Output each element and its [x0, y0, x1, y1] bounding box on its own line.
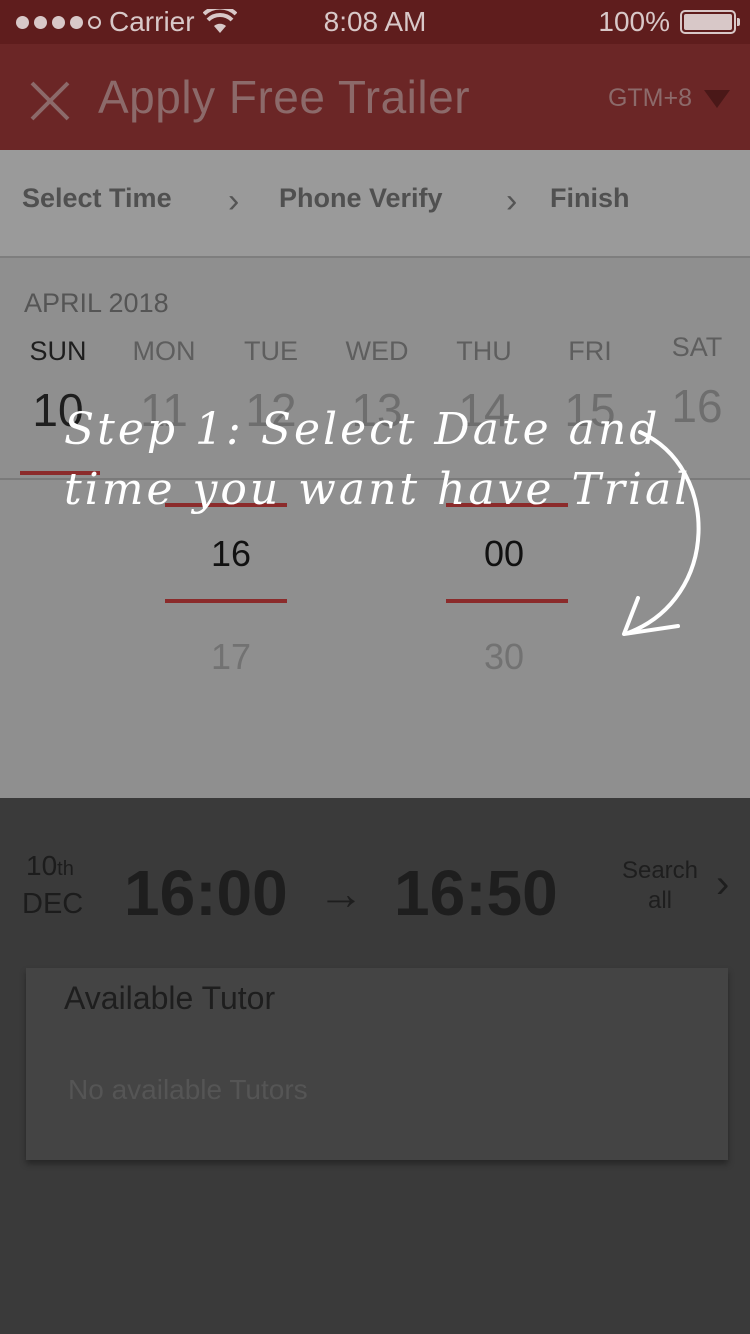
- battery-icon: [680, 10, 740, 34]
- empty-tutor-message: No available Tutors: [68, 1074, 308, 1105]
- hour-next-value[interactable]: 17: [170, 636, 292, 678]
- end-time: 16:50: [394, 857, 558, 929]
- hour-bottom-line: [165, 599, 287, 603]
- search-all-label: all: [647, 887, 672, 914]
- summary-day-number: 10: [26, 850, 58, 881]
- tutorial-note: Step 1: Select Date and time you want ha…: [64, 400, 691, 520]
- day-name: FRI: [568, 336, 612, 366]
- month-label: APRIL 2018: [24, 288, 169, 318]
- timezone-selector[interactable]: GTM+8: [608, 84, 730, 113]
- dropdown-triangle-icon: [704, 89, 730, 108]
- hour-value[interactable]: 16: [170, 533, 292, 575]
- tutorial-note-line: Step 1: Select Date and: [64, 404, 661, 455]
- step-select-time: Select Time: [22, 183, 172, 213]
- search-all-label: Search: [621, 857, 699, 884]
- summary-day-suffix: th: [57, 858, 74, 880]
- chevron-right-icon: ›: [228, 182, 240, 220]
- status-bar: Carrier 8:08 AM 100%: [0, 0, 750, 44]
- page-title: Apply Free Trailer: [98, 71, 471, 123]
- step-progress: Select Time › Phone Verify › Finish: [0, 150, 750, 258]
- step-finish: Finish: [550, 183, 630, 213]
- search-all-button[interactable]: Search all: [612, 856, 708, 916]
- battery-percent: 100%: [598, 6, 670, 37]
- chevron-right-icon[interactable]: ›: [716, 862, 729, 907]
- day-name: SAT: [671, 332, 723, 362]
- step-phone-verify: Phone Verify: [279, 183, 443, 213]
- start-time: 16:00: [124, 857, 288, 929]
- minute-bottom-line: [446, 599, 568, 603]
- day-name: MON: [132, 336, 196, 366]
- booking-summary: 10th DEC 16:00 → 16:50 Search all › Avai…: [0, 798, 750, 1334]
- date-time-picker: APRIL 2018 SUN 10 MON 11 TUE 12 WED 13 T…: [0, 258, 750, 798]
- minute-value[interactable]: 00: [443, 533, 565, 575]
- day-name: SUN: [29, 336, 87, 366]
- summary-month: DEC: [22, 888, 84, 920]
- summary-day: 10th: [26, 850, 74, 882]
- available-tutor-card: Available Tutor No available Tutors: [26, 968, 728, 1160]
- arrow-right-icon: →: [318, 867, 364, 919]
- day-name: TUE: [244, 336, 298, 366]
- close-icon[interactable]: [28, 79, 72, 123]
- tutor-card-title: Available Tutor: [64, 980, 276, 1016]
- day-name: THU: [456, 336, 512, 366]
- timezone-label: GTM+8: [607, 84, 692, 112]
- tutorial-note-line: time you want have Trial: [64, 464, 692, 515]
- status-right: 100%: [598, 6, 740, 38]
- chevron-right-icon: ›: [506, 182, 518, 220]
- minute-next-value[interactable]: 30: [443, 636, 565, 678]
- app-header: Apply Free Trailer GTM+8: [0, 44, 750, 150]
- day-name: WED: [345, 336, 409, 366]
